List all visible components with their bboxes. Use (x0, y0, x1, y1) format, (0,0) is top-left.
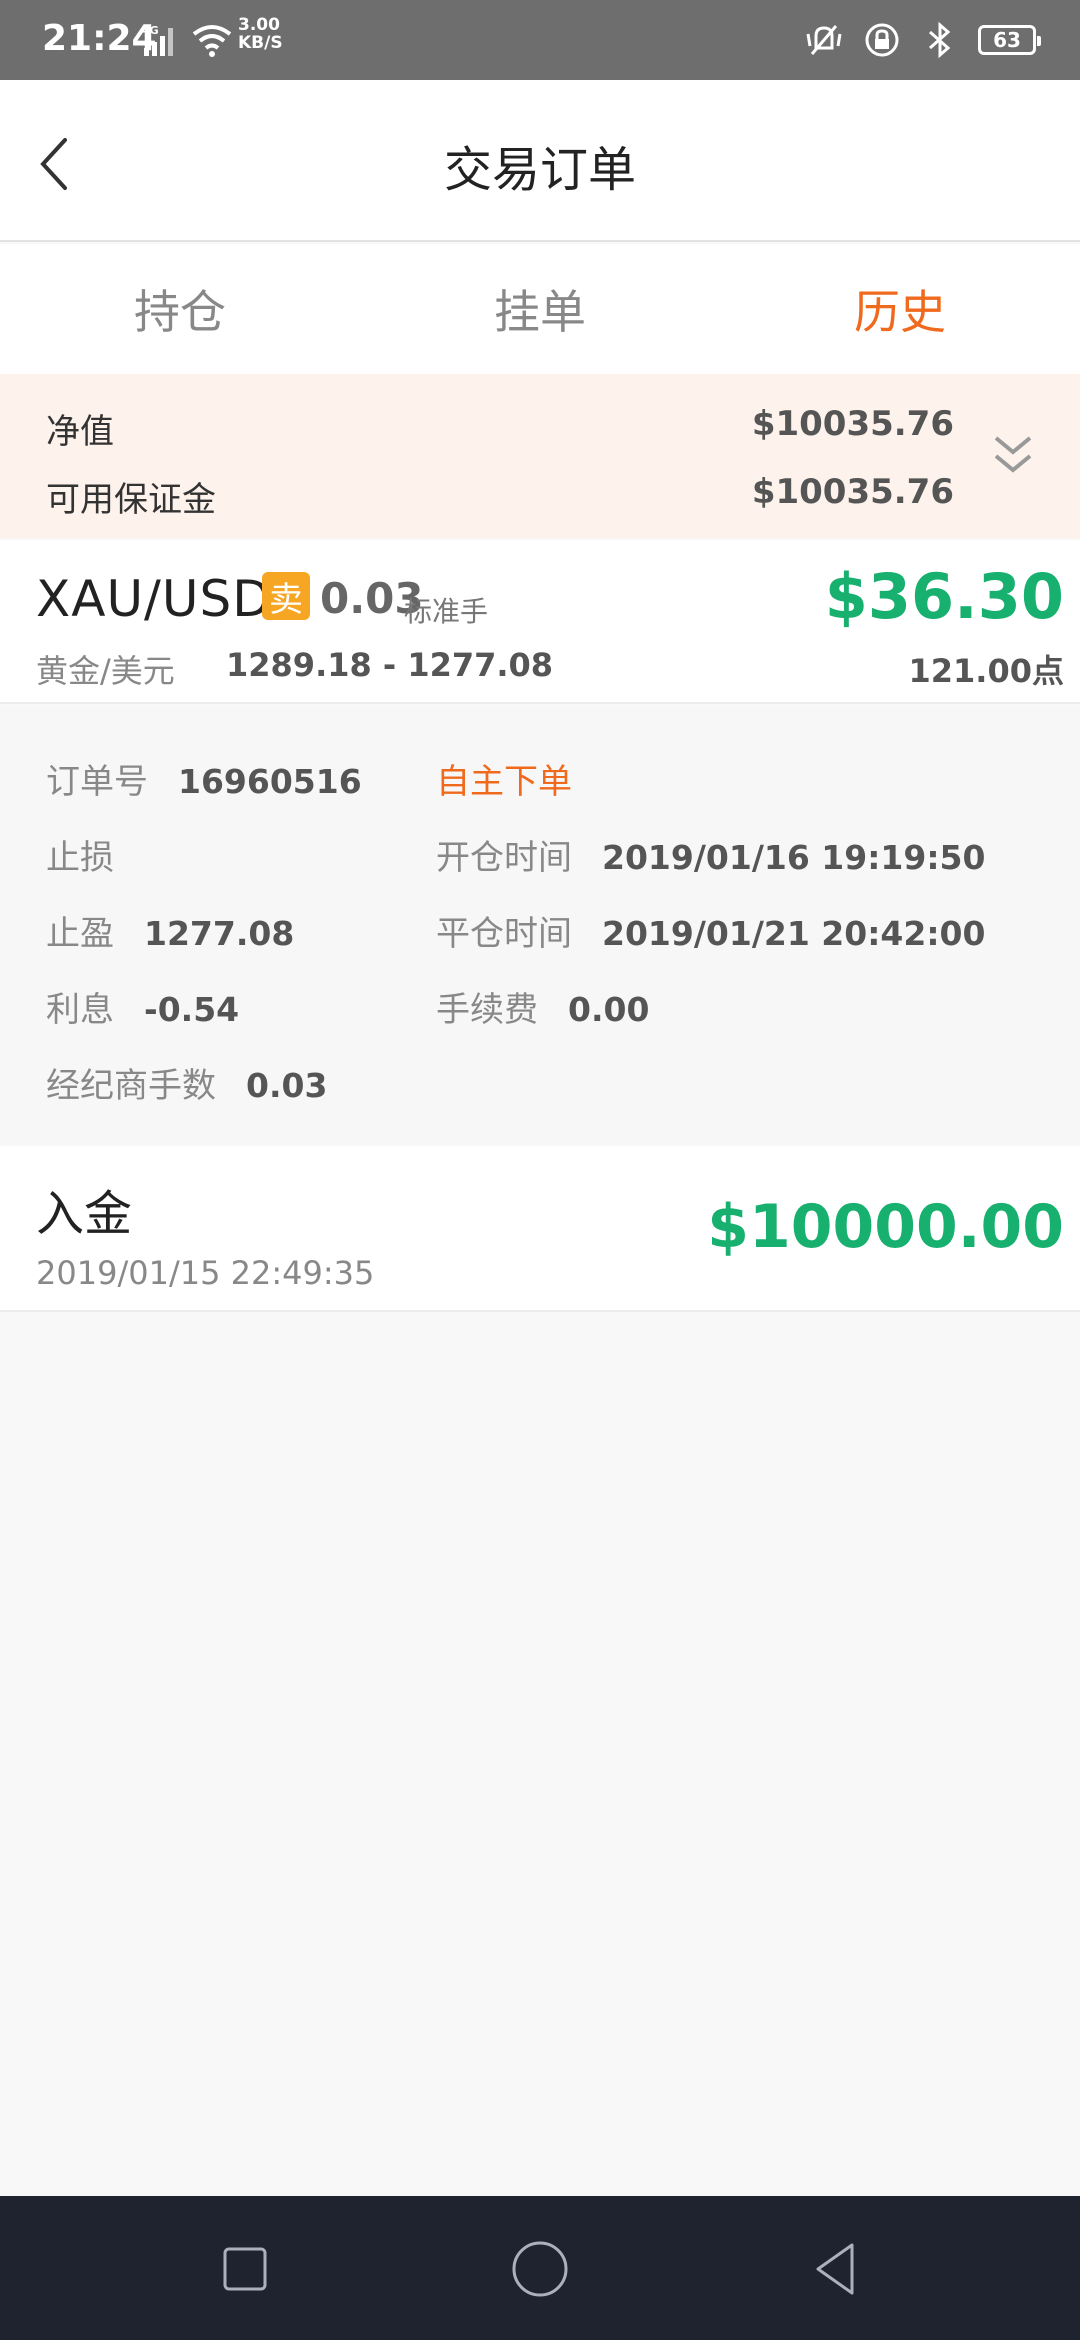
deposit-card[interactable]: 入金 2019/01/15 22:49:35 $10000.00 (0, 1146, 1080, 1312)
system-nav-bar (0, 2196, 1080, 2340)
double-chevron-down-icon[interactable] (988, 432, 1038, 482)
margin-value: $10035.76 (751, 472, 954, 512)
account-summary: 净值 $10035.76 可用保证金 $10035.76 (0, 374, 1080, 538)
order-number-label: 订单号 (46, 762, 148, 802)
lots-unit: 标准手 (404, 595, 489, 628)
vibrate-icon (806, 25, 842, 55)
home-button[interactable] (505, 2234, 575, 2304)
take-profit-row: 止盈 1277.08 (46, 906, 294, 955)
deposit-date: 2019/01/15 22:49:35 (36, 1254, 375, 1292)
symbol-name: 黄金/美元 (36, 652, 175, 690)
equity-label: 净值 (46, 412, 114, 452)
sell-badge: 卖 (262, 572, 310, 620)
order-profit: $36.30 (824, 560, 1064, 633)
order-tabs: 持仓 挂单 历史 (0, 244, 1080, 374)
network-speed: 3.00 KB/S (238, 16, 298, 52)
page-title: 交易订单 (443, 142, 636, 198)
svg-text:4G: 4G (142, 24, 159, 37)
cellular-signal-icon: 4G (142, 24, 173, 56)
close-time-row: 平仓时间 2019/01/21 20:42:00 (436, 906, 985, 955)
circle-icon (512, 2241, 568, 2297)
interest-label: 利息 (46, 990, 114, 1030)
order-details: 订单号 16960516 自主下单 止损 开仓时间 2019/01/16 19:… (0, 706, 1080, 1146)
order-points: 121.00点 (908, 652, 1065, 690)
order-type-row: 自主下单 (436, 754, 572, 803)
stop-loss-label: 止损 (46, 838, 114, 878)
deposit-amount: $10000.00 (707, 1192, 1064, 1262)
close-time-value: 2019/01/21 20:42:00 (602, 914, 986, 953)
order-number-row: 订单号 16960516 (46, 754, 362, 803)
broker-lots-row: 经纪商手数 0.03 (46, 1058, 327, 1107)
recents-button[interactable] (210, 2234, 280, 2304)
order-card[interactable]: XAU/USD 卖 0.03 标准手 $36.30 黄金/美元 1289.18 … (0, 540, 1080, 704)
status-bar: 21:24 4G 3.00 KB/S 63 (0, 0, 1080, 80)
margin-label: 可用保证金 (46, 480, 216, 520)
order-type: 自主下单 (436, 762, 572, 802)
take-profit-value: 1277.08 (144, 914, 295, 953)
order-number-value: 16960516 (178, 762, 362, 801)
fee-label: 手续费 (436, 990, 538, 1030)
order-symbol: XAU/USD (36, 570, 272, 628)
open-time-label: 开仓时间 (436, 838, 572, 878)
take-profit-label: 止盈 (46, 914, 114, 954)
speed-unit: KB/S (238, 33, 283, 53)
fee-row: 手续费 0.00 (436, 982, 649, 1031)
broker-lots-label: 经纪商手数 (46, 1066, 216, 1106)
back-nav-button[interactable] (800, 2234, 870, 2304)
deposit-title: 入金 (36, 1186, 133, 1242)
triangle-back-icon (816, 2243, 854, 2295)
status-icons: 63 (804, 18, 1041, 62)
fee-value: 0.00 (568, 990, 650, 1029)
equity-value: $10035.76 (751, 404, 954, 444)
tab-pending[interactable]: 挂单 (360, 244, 720, 374)
broker-lots-value: 0.03 (246, 1066, 328, 1105)
battery-icon: 63 (978, 25, 1041, 55)
lock-rotation-icon (865, 23, 899, 57)
open-time-row: 开仓时间 2019/01/16 19:19:50 (436, 830, 985, 879)
stop-loss-row: 止损 (46, 830, 144, 879)
app-header: 交易订单 (0, 80, 1080, 242)
tab-positions[interactable]: 持仓 (0, 244, 360, 374)
wifi-icon (192, 25, 232, 57)
speed-value: 3.00 (238, 15, 280, 35)
tab-history[interactable]: 历史 (720, 244, 1080, 374)
close-time-label: 平仓时间 (436, 914, 572, 954)
bluetooth-icon (929, 21, 951, 59)
interest-row: 利息 -0.54 (46, 982, 239, 1031)
open-time-value: 2019/01/16 19:19:50 (602, 838, 986, 877)
interest-value: -0.54 (144, 990, 240, 1029)
price-range: 1289.18 - 1277.08 (226, 646, 554, 684)
square-icon (223, 2247, 267, 2291)
battery-level: 63 (993, 28, 1021, 52)
